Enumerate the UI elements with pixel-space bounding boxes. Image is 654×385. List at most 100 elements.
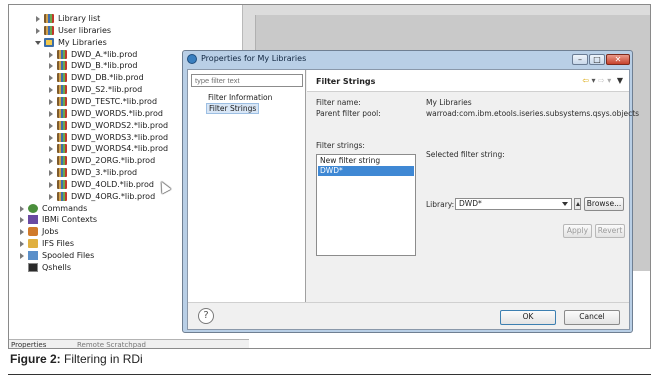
collapsed-twisty-icon[interactable] bbox=[48, 134, 54, 141]
collapsed-twisty-icon[interactable] bbox=[48, 157, 54, 165]
filter-string-item-selected[interactable]: DWD* bbox=[318, 166, 414, 176]
dialog-body: Filter Information Filter Strings Filter… bbox=[187, 69, 639, 330]
tree-item-label: DWD_DB.*lib.prod bbox=[71, 73, 144, 83]
close-icon: ✕ bbox=[614, 55, 622, 64]
library-icon bbox=[57, 144, 67, 154]
library-icon bbox=[57, 132, 67, 142]
browse-button[interactable]: Browse... bbox=[584, 197, 624, 211]
collapsed-twisty-icon[interactable] bbox=[19, 205, 25, 212]
filter-strings-list[interactable]: New filter string DWD* bbox=[316, 154, 416, 256]
library-combo[interactable]: DWD* bbox=[455, 198, 572, 210]
tab-remote-scratchpad[interactable]: Remote Scratchpad bbox=[77, 341, 146, 348]
collapsed-twisty-icon bbox=[19, 264, 25, 271]
property-page: Filter Strings ⇦ ▾ ⇨ ▾ ▼ Filter name: My… bbox=[307, 70, 639, 302]
cancel-button[interactable]: Cancel bbox=[564, 310, 620, 325]
jobs-icon bbox=[28, 227, 38, 237]
tree-item[interactable]: DWD_2ORG.*lib.prod bbox=[48, 155, 155, 166]
maximize-button[interactable]: □ bbox=[589, 54, 605, 65]
tree-item[interactable]: My Libraries bbox=[35, 37, 107, 48]
collapsed-twisty-icon[interactable] bbox=[35, 27, 41, 34]
page-title: Filter Strings bbox=[316, 77, 376, 86]
tree-item-label: Commands bbox=[42, 203, 88, 213]
close-button[interactable]: ✕ bbox=[606, 54, 630, 65]
filter-text-input[interactable] bbox=[191, 74, 303, 87]
filter-name-label: Filter name: bbox=[316, 98, 361, 107]
collapsed-twisty-icon[interactable] bbox=[19, 228, 25, 236]
apply-button[interactable]: Apply bbox=[563, 224, 592, 238]
tree-item-label: DWD_WORDS.*lib.prod bbox=[71, 108, 164, 118]
collapsed-twisty-icon[interactable] bbox=[35, 15, 41, 22]
collapsed-twisty-icon[interactable] bbox=[48, 86, 54, 94]
tree-item[interactable]: DWD_WORDS4.*lib.prod bbox=[48, 143, 168, 154]
library-icon bbox=[57, 179, 67, 189]
commands-icon bbox=[28, 203, 38, 213]
nav-item-filter-information[interactable]: Filter Information bbox=[206, 92, 274, 103]
ifs-files-icon bbox=[28, 239, 38, 249]
collapsed-twisty-icon[interactable] bbox=[48, 122, 54, 129]
figure-caption: Figure 2: Filtering in RDi bbox=[10, 352, 143, 366]
tree-item[interactable]: DWD_4ORG.*lib.prod bbox=[48, 191, 155, 202]
filter-strings-label: Filter strings: bbox=[316, 141, 365, 150]
collapsed-twisty-icon[interactable] bbox=[19, 216, 25, 224]
collapsed-twisty-icon[interactable] bbox=[48, 98, 54, 105]
minimize-button[interactable]: – bbox=[572, 54, 588, 65]
tree-item[interactable]: DWD_TESTC.*lib.prod bbox=[48, 96, 157, 107]
collapsed-twisty-icon[interactable] bbox=[19, 240, 25, 248]
library-icon bbox=[57, 96, 67, 106]
forward-arrow-icon[interactable]: ⇨ bbox=[598, 76, 605, 85]
collapsed-twisty-icon[interactable] bbox=[48, 181, 54, 188]
tree-item[interactable]: DWD_B.*lib.prod bbox=[48, 60, 138, 71]
collapsed-twisty-icon[interactable] bbox=[48, 110, 54, 117]
back-arrow-icon[interactable]: ⇦ bbox=[582, 76, 589, 85]
tree-item-label: IFS Files bbox=[42, 239, 74, 249]
tree-item[interactable]: IFS Files bbox=[19, 238, 74, 249]
bottom-view-tabs: Properties Remote Scratchpad bbox=[9, 339, 249, 348]
tree-item-label: DWD_S2.*lib.prod bbox=[71, 85, 143, 95]
tree-item[interactable]: Jobs bbox=[19, 226, 59, 237]
tree-item[interactable]: Spooled Files bbox=[19, 250, 94, 261]
filter-string-item[interactable]: New filter string bbox=[318, 156, 414, 166]
revert-button[interactable]: Revert bbox=[595, 224, 625, 238]
dialog-title-bar[interactable]: Properties for My Libraries – □ ✕ bbox=[183, 51, 632, 68]
tree-item[interactable]: DWD_S2.*lib.prod bbox=[48, 84, 142, 95]
user-libraries-icon bbox=[44, 25, 54, 35]
collapsed-twisty-icon[interactable] bbox=[48, 51, 54, 58]
nav-item-filter-strings[interactable]: Filter Strings bbox=[206, 103, 260, 114]
expanded-twisty-icon[interactable] bbox=[35, 39, 41, 46]
tree-item[interactable]: DWD_A.*lib.prod bbox=[48, 49, 137, 60]
tree-item[interactable]: Library list bbox=[35, 13, 100, 24]
library-icon bbox=[57, 168, 67, 178]
collapsed-twisty-icon[interactable] bbox=[48, 74, 54, 82]
tree-item[interactable]: IBMi Contexts bbox=[19, 214, 97, 225]
tree-item[interactable]: Qshells bbox=[19, 262, 71, 273]
tree-item[interactable]: DWD_WORDS2.*lib.prod bbox=[48, 120, 168, 131]
collapsed-twisty-icon[interactable] bbox=[19, 252, 25, 259]
back-menu-icon[interactable]: ▾ bbox=[591, 76, 595, 85]
qshells-icon bbox=[28, 262, 38, 272]
properties-dialog: Properties for My Libraries – □ ✕ Filter… bbox=[182, 50, 639, 333]
library-icon bbox=[57, 85, 67, 95]
collapsed-twisty-icon[interactable] bbox=[48, 193, 54, 200]
parent-filter-pool-label: Parent filter pool: bbox=[316, 109, 381, 118]
view-menu-icon[interactable]: ▼ bbox=[617, 76, 623, 85]
tree-item[interactable]: DWD_4OLD.*lib.prod bbox=[48, 179, 154, 190]
collapsed-twisty-icon[interactable] bbox=[48, 169, 54, 177]
library-icon bbox=[57, 49, 67, 59]
forward-menu-icon[interactable]: ▾ bbox=[607, 76, 611, 85]
tree-item[interactable]: Commands bbox=[19, 203, 87, 214]
tree-item[interactable]: DWD_WORDS.*lib.prod bbox=[48, 108, 163, 119]
chevron-down-icon bbox=[562, 202, 568, 206]
tree-item-label: DWD_4ORG.*lib.prod bbox=[71, 191, 156, 201]
tree-item[interactable]: User libraries bbox=[35, 25, 111, 36]
tree-item[interactable]: DWD_DB.*lib.prod bbox=[48, 72, 144, 83]
ok-button[interactable]: OK bbox=[500, 310, 556, 325]
collapsed-twisty-icon[interactable] bbox=[48, 62, 54, 70]
tab-properties[interactable]: Properties bbox=[11, 341, 46, 348]
tree-item[interactable]: DWD_WORDS3.*lib.prod bbox=[48, 132, 168, 143]
library-combo-value: DWD* bbox=[459, 199, 482, 208]
tree-item[interactable]: DWD_3.*lib.prod bbox=[48, 167, 137, 178]
collapsed-twisty-icon[interactable] bbox=[48, 145, 54, 153]
dialog-button-bar: ? OK Cancel bbox=[188, 302, 629, 329]
help-icon[interactable]: ? bbox=[198, 308, 214, 324]
library-history-button[interactable] bbox=[574, 198, 581, 210]
